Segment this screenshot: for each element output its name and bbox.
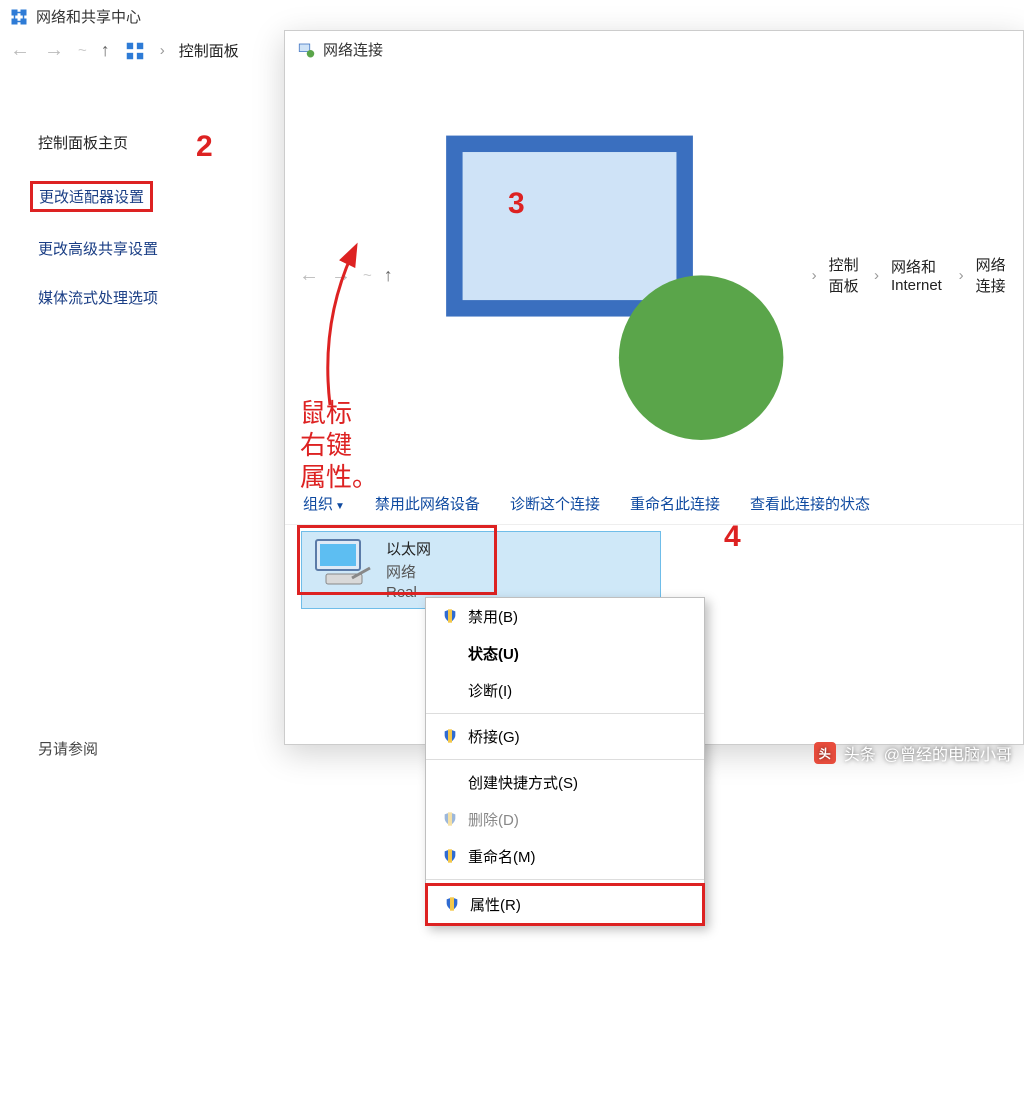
nav-forward-icon[interactable]: → bbox=[44, 39, 64, 62]
menu-properties-label: 属性(R) bbox=[470, 894, 521, 915]
shield-icon bbox=[442, 848, 458, 864]
spacer bbox=[442, 774, 458, 790]
toolbar-view-status[interactable]: 查看此连接的状态 bbox=[750, 493, 870, 514]
toolbar-organize[interactable]: 组织▼ bbox=[303, 493, 345, 514]
network-center-icon bbox=[10, 8, 28, 26]
menu-delete-label: 删除(D) bbox=[468, 809, 519, 830]
computer-icon bbox=[312, 538, 376, 588]
menu-status-label: 状态(U) bbox=[468, 643, 519, 664]
dropdown-icon: ▼ bbox=[335, 501, 345, 512]
see-also-label: 另请参阅 bbox=[38, 738, 98, 759]
nav-back-icon[interactable]: ← bbox=[299, 264, 319, 287]
toolbar-organize-label: 组织 bbox=[303, 496, 333, 513]
breadcrumb-item[interactable]: 控制面板 bbox=[829, 254, 862, 296]
sidebar-home[interactable]: 控制面板主页 bbox=[38, 132, 238, 153]
menu-status[interactable]: 状态(U) bbox=[426, 635, 704, 672]
network-icon bbox=[124, 40, 146, 62]
nav-forward-icon[interactable]: → bbox=[331, 264, 351, 287]
menu-bridge[interactable]: 桥接(G) bbox=[426, 718, 704, 755]
watermark: 头 头条 @曾经的电脑小哥 bbox=[814, 741, 1012, 765]
menu-shortcut[interactable]: 创建快捷方式(S) bbox=[426, 764, 704, 801]
adapter-text: 以太网 网络 Real bbox=[386, 538, 431, 601]
menu-diagnose-label: 诊断(I) bbox=[468, 680, 512, 701]
toolbar-diagnose[interactable]: 诊断这个连接 bbox=[510, 493, 600, 514]
window-network-connections: 网络连接 ← → ~ ↑ › 控制面板 › 网络和 Internet › 网络连… bbox=[284, 30, 1024, 745]
nav-up-icon[interactable]: ↑ bbox=[101, 40, 110, 61]
context-menu: 禁用(B) 状态(U) 诊断(I) 桥接(G) 创建快捷方式(S) bbox=[425, 597, 705, 926]
watermark-author: @曾经的电脑小哥 bbox=[884, 741, 1012, 765]
win2-body: 以太网 网络 Real 禁用(B) 状态(U) 诊断(I) 桥接 bbox=[285, 525, 1023, 1108]
spacer bbox=[442, 645, 458, 661]
nav-up-icon[interactable]: ↑ bbox=[384, 265, 393, 286]
sidebar-media-stream[interactable]: 媒体流式处理选项 bbox=[38, 287, 238, 308]
menu-rename[interactable]: 重命名(M) bbox=[426, 838, 704, 875]
network-icon bbox=[405, 78, 800, 473]
breadcrumb-separator: › bbox=[812, 267, 817, 284]
sidebar-advanced-sharing[interactable]: 更改高级共享设置 bbox=[38, 238, 238, 259]
shield-icon bbox=[442, 728, 458, 744]
adapter-network: 网络 bbox=[386, 561, 431, 582]
sidebar-adapter-settings[interactable]: 更改适配器设置 bbox=[39, 186, 144, 207]
menu-disable[interactable]: 禁用(B) bbox=[426, 598, 704, 635]
toutiao-icon: 头 bbox=[814, 742, 836, 764]
win2-title: 网络连接 bbox=[323, 39, 383, 60]
watermark-prefix: 头条 bbox=[844, 741, 876, 765]
menu-bridge-label: 桥接(G) bbox=[468, 726, 520, 747]
spacer bbox=[442, 682, 458, 698]
win1-title: 网络和共享中心 bbox=[36, 6, 141, 27]
shield-icon bbox=[442, 811, 458, 827]
win2-navbar: ← → ~ ↑ › 控制面板 › 网络和 Internet › 网络连接 bbox=[285, 68, 1023, 483]
menu-separator bbox=[426, 879, 704, 880]
breadcrumb-separator: › bbox=[959, 267, 964, 284]
breadcrumb-item[interactable]: 网络连接 bbox=[976, 254, 1009, 296]
menu-properties[interactable]: 属性(R) bbox=[425, 883, 705, 926]
menu-disable-label: 禁用(B) bbox=[468, 606, 518, 627]
toolbar-disable[interactable]: 禁用此网络设备 bbox=[375, 493, 480, 514]
toolbar-rename[interactable]: 重命名此连接 bbox=[630, 493, 720, 514]
menu-diagnose[interactable]: 诊断(I) bbox=[426, 672, 704, 709]
highlight-adapter-settings: 更改适配器设置 bbox=[30, 181, 153, 212]
breadcrumb-separator: › bbox=[160, 42, 165, 59]
menu-separator bbox=[426, 759, 704, 760]
nav-back-icon[interactable]: ← bbox=[10, 39, 30, 62]
adapter-name: 以太网 bbox=[386, 538, 431, 559]
breadcrumb-separator: › bbox=[874, 267, 879, 284]
win1-sidebar: 控制面板主页 更改适配器设置 更改高级共享设置 媒体流式处理选项 bbox=[38, 132, 238, 336]
menu-delete[interactable]: 删除(D) bbox=[426, 801, 704, 838]
menu-separator bbox=[426, 713, 704, 714]
win2-toolbar: 组织▼ 禁用此网络设备 诊断这个连接 重命名此连接 查看此连接的状态 bbox=[285, 483, 1023, 525]
breadcrumb-item[interactable]: 控制面板 bbox=[179, 40, 239, 61]
breadcrumb-item[interactable]: 网络和 Internet bbox=[891, 256, 947, 294]
win2-titlebar: 网络连接 bbox=[285, 31, 1023, 68]
menu-rename-label: 重命名(M) bbox=[468, 846, 536, 867]
shield-icon bbox=[442, 608, 458, 624]
win1-titlebar: 网络和共享中心 bbox=[0, 0, 1024, 33]
shield-icon bbox=[444, 896, 460, 912]
network-connections-icon bbox=[297, 41, 315, 59]
